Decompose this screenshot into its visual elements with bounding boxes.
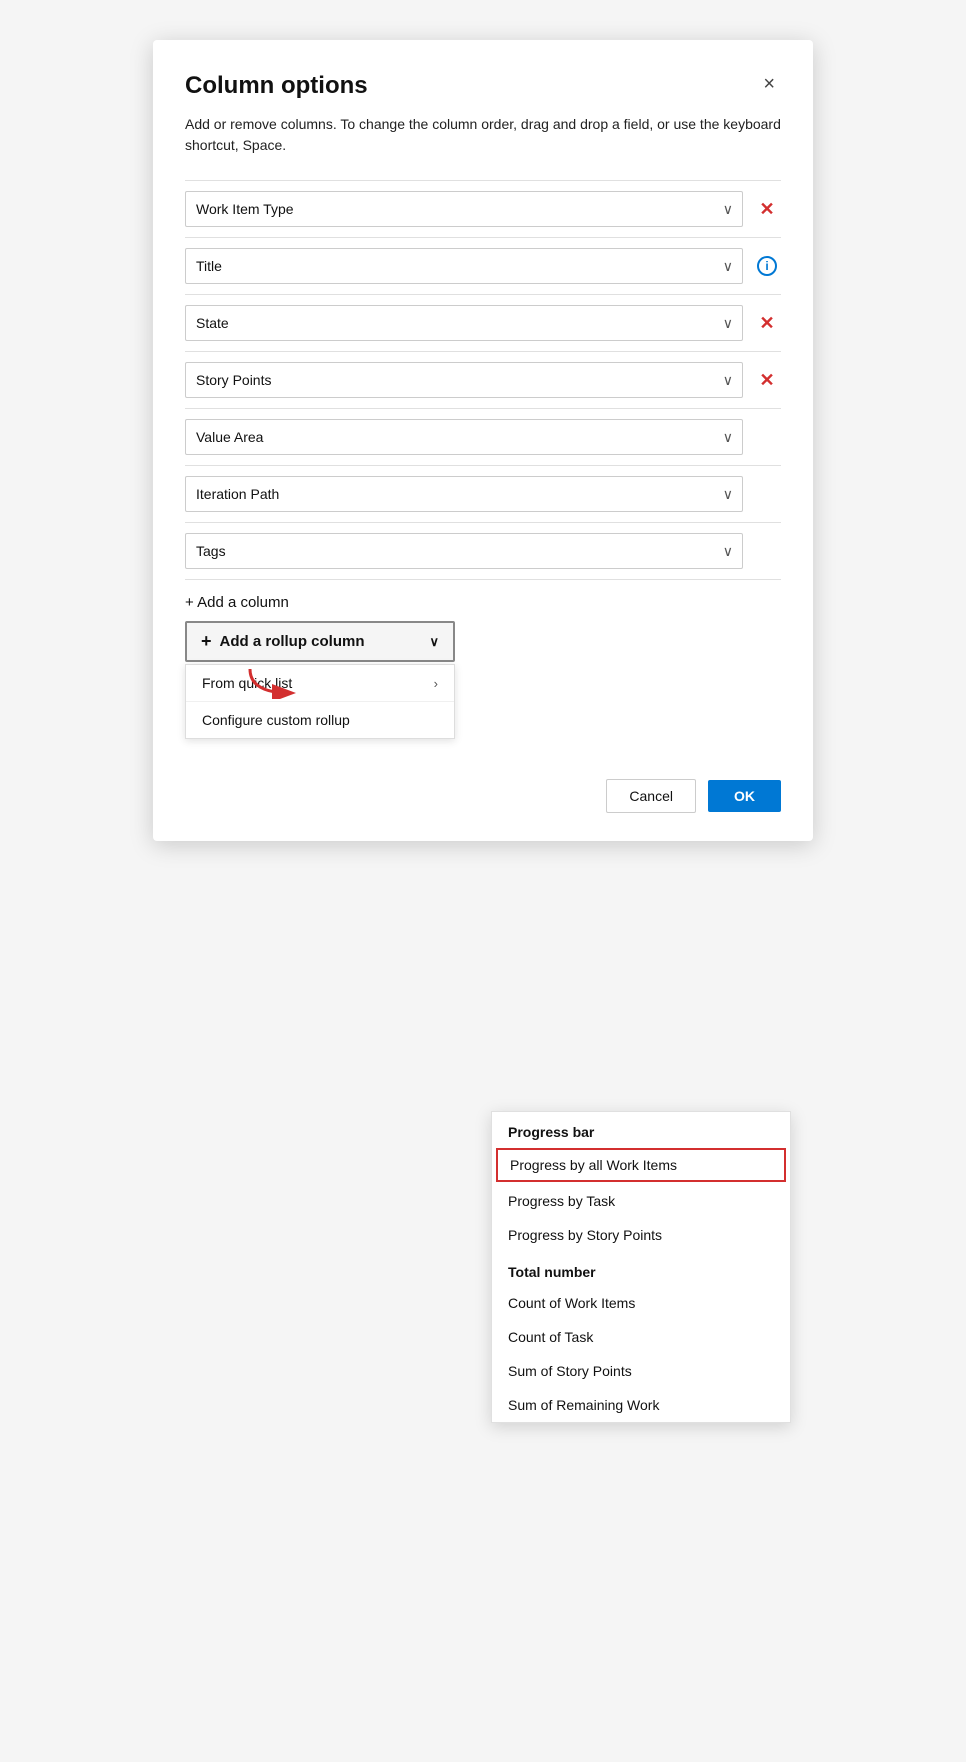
column-row: Value Area∨ <box>185 408 781 465</box>
configure-custom-menu-item[interactable]: Configure custom rollup <box>186 702 454 738</box>
column-row: Story Points∨ ✕ <box>185 351 781 408</box>
col-state-select[interactable]: State <box>185 305 743 341</box>
row-action: ✕ <box>753 314 781 332</box>
column-select-wrapper: Value Area∨ <box>185 419 743 455</box>
rollup-section: + Add a rollup column ∨ From quick list ›… <box>185 621 781 739</box>
ok-button[interactable]: OK <box>708 780 781 812</box>
dialog-title: Column options <box>185 72 368 100</box>
column-select-wrapper: State∨ <box>185 305 743 341</box>
rollup-main-label: Add a rollup column <box>220 633 365 650</box>
from-quick-list-label: From quick list <box>202 675 292 691</box>
column-row: Iteration Path∨ <box>185 465 781 522</box>
dialog-footer: Cancel OK <box>185 779 781 813</box>
rollup-plus-icon: + <box>201 631 212 652</box>
col-work-item-type-select[interactable]: Work Item Type <box>185 191 743 227</box>
column-select-wrapper: Title∨ <box>185 248 743 284</box>
rollup-submenu: From quick list › Configure custom rollup <box>185 664 455 739</box>
configure-custom-label: Configure custom rollup <box>202 712 350 728</box>
row-action: ✕ <box>753 371 781 389</box>
from-quick-list-menu-item[interactable]: From quick list › <box>186 665 454 702</box>
dialog-header: Column options × <box>185 72 781 100</box>
col-iteration-path-select[interactable]: Iteration Path <box>185 476 743 512</box>
col-work-item-type-remove-button[interactable]: ✕ <box>759 200 774 218</box>
rollup-dropdown: Progress barProgress by all Work ItemsPr… <box>491 1111 791 1423</box>
col-story-points-select[interactable]: Story Points <box>185 362 743 398</box>
column-row: Work Item Type∨ ✕ <box>185 180 781 237</box>
sum-remaining-dropdown-item[interactable]: Sum of Remaining Work <box>492 1388 790 1422</box>
column-select-wrapper: Iteration Path∨ <box>185 476 743 512</box>
dropdown-section-header: Total number <box>492 1252 790 1286</box>
col-title-info-button[interactable]: i <box>757 256 777 276</box>
column-options-dialog: Column options × Add or remove columns. … <box>153 40 813 841</box>
col-state-remove-button[interactable]: ✕ <box>759 314 774 332</box>
column-row: Title∨ i <box>185 237 781 294</box>
add-column-label: + Add a column <box>185 594 289 611</box>
cancel-button[interactable]: Cancel <box>606 779 696 813</box>
column-select-wrapper: Work Item Type∨ <box>185 191 743 227</box>
count-work-dropdown-item[interactable]: Count of Work Items <box>492 1286 790 1320</box>
row-action: ✕ <box>753 200 781 218</box>
progress-story-dropdown-item[interactable]: Progress by Story Points <box>492 1218 790 1252</box>
chevron-right-icon: › <box>434 676 438 691</box>
progress-task-dropdown-item[interactable]: Progress by Task <box>492 1184 790 1218</box>
col-value-area-select[interactable]: Value Area <box>185 419 743 455</box>
count-task-dropdown-item[interactable]: Count of Task <box>492 1320 790 1354</box>
col-story-points-remove-button[interactable]: ✕ <box>759 371 774 389</box>
column-select-wrapper: Story Points∨ <box>185 362 743 398</box>
progress-all-dropdown-item[interactable]: Progress by all Work Items <box>496 1148 786 1182</box>
add-column-button[interactable]: + Add a column <box>185 580 289 611</box>
dialog-description: Add or remove columns. To change the col… <box>185 114 781 156</box>
add-rollup-button[interactable]: + Add a rollup column ∨ <box>185 621 455 662</box>
column-select-wrapper: Tags∨ <box>185 533 743 569</box>
close-button[interactable]: × <box>757 72 781 96</box>
column-row: State∨ ✕ <box>185 294 781 351</box>
rollup-chevron-icon: ∨ <box>429 634 439 650</box>
dropdown-section-header: Progress bar <box>492 1112 790 1146</box>
col-tags-select[interactable]: Tags <box>185 533 743 569</box>
column-list: Work Item Type∨✕Title∨iState∨✕Story Poin… <box>185 180 781 580</box>
sum-story-dropdown-item[interactable]: Sum of Story Points <box>492 1354 790 1388</box>
col-title-select[interactable]: Title <box>185 248 743 284</box>
row-action: i <box>753 256 781 276</box>
column-row: Tags∨ <box>185 522 781 580</box>
